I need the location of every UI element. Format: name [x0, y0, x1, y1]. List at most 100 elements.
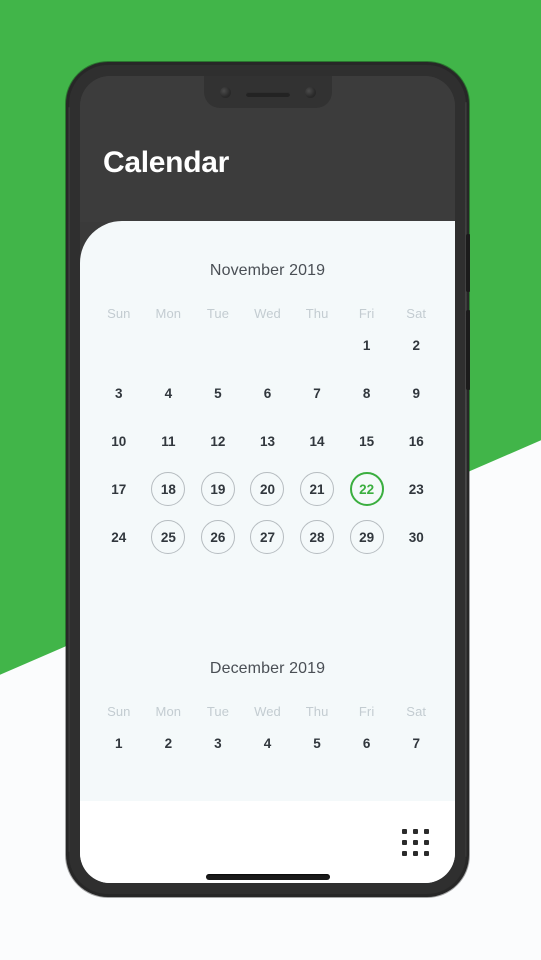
calendar-cell: 28: [292, 513, 342, 561]
calendar-grid: 1 2 3 4 5 6 7 8 9 10 11 12 13 14 15 16 17 18 19 20 21 22 23 24 2…: [94, 321, 441, 561]
calendar-day[interactable]: 8: [350, 376, 384, 410]
calendar-day[interactable]: 26: [200, 520, 235, 554]
calendar-day[interactable]: 17: [102, 472, 136, 506]
calendar-day[interactable]: 14: [300, 424, 334, 458]
calendar-day[interactable]: 5: [201, 376, 235, 410]
grid-dot: [413, 828, 418, 834]
month-title: December 2019: [209, 660, 326, 677]
apps-grid-icon[interactable]: [402, 828, 429, 856]
calendar-day-empty: [300, 328, 334, 362]
calendar-cell: 14: [292, 417, 342, 465]
calendar-cell: 21: [292, 465, 342, 513]
weekday-label-tue: Tue: [206, 306, 230, 321]
calendar-day[interactable]: 11: [151, 424, 185, 458]
calendar-day[interactable]: 3: [201, 726, 235, 760]
calendar-day[interactable]: 29: [349, 520, 384, 554]
calendar-cell: 13: [243, 417, 293, 465]
calendar-sheet: November 2019 Sun Mon Tue Wed Thu Fri Sat 1 2 3 4 5 6…: [80, 221, 455, 883]
grid-dot: [402, 850, 407, 856]
volume-button[interactable]: [466, 310, 470, 390]
month-block: November 2019 Sun Mon Tue Wed Thu Fri Sat 1 2 3 4 5 6…: [80, 221, 455, 561]
phone-device: Calendar November 2019 Sun Mon Tue Wed Thu Fri…: [66, 62, 470, 897]
weekday-label-mon: Mon: [155, 704, 182, 719]
calendar-day[interactable]: 2: [151, 726, 185, 760]
calendar-day[interactable]: 16: [399, 424, 433, 458]
calendar-cell: 2: [144, 719, 194, 767]
calendar-cell: 25: [144, 513, 194, 561]
grid-dot: [413, 839, 418, 845]
camera-dot-left-icon: [219, 87, 231, 98]
phone-right-edge-highlight: [465, 102, 467, 857]
weekday-label-fri: Fri: [358, 704, 375, 719]
calendar-cell: 7: [292, 369, 342, 417]
weekday-label-thu: Thu: [305, 306, 329, 321]
weekday-label-thu: Thu: [305, 704, 329, 719]
month-block: December 2019 Sun Mon Tue Wed Thu Fri Sat 1 2 3 4 5 6…: [80, 619, 455, 767]
screenshot-stage: Calendar November 2019 Sun Mon Tue Wed Thu Fri…: [0, 0, 541, 960]
calendar-months-list: November 2019 Sun Mon Tue Wed Thu Fri Sat 1 2 3 4 5 6…: [80, 221, 455, 767]
grid-dot: [424, 839, 429, 845]
calendar-cell: 20: [243, 465, 293, 513]
calendar-cell: 4: [144, 369, 194, 417]
calendar-grid: 1234567: [94, 719, 441, 767]
calendar-cell: 26: [193, 513, 243, 561]
calendar-cell: 1: [94, 719, 144, 767]
calendar-cell: 29: [342, 513, 392, 561]
calendar-day[interactable]: 10: [102, 424, 136, 458]
calendar-day[interactable]: 6: [350, 726, 384, 760]
calendar-day[interactable]: 21: [300, 472, 335, 506]
calendar-day[interactable]: 18: [151, 472, 186, 506]
power-button[interactable]: [466, 234, 470, 292]
calendar-day[interactable]: 5: [300, 726, 334, 760]
phone-left-edge-highlight: [68, 107, 70, 852]
camera-dot-right-icon: [304, 87, 316, 98]
calendar-day[interactable]: 9: [399, 376, 433, 410]
earpiece-speaker-icon: [245, 92, 290, 97]
calendar-day[interactable]: 3: [102, 376, 136, 410]
calendar-cell: 5: [292, 719, 342, 767]
calendar-cell: 3: [94, 369, 144, 417]
calendar-day[interactable]: 7: [300, 376, 334, 410]
calendar-day[interactable]: 27: [250, 520, 285, 554]
phone-screen: Calendar November 2019 Sun Mon Tue Wed Thu Fri…: [80, 76, 455, 883]
calendar-cell: 7: [391, 719, 441, 767]
weekday-label-tue: Tue: [206, 704, 230, 719]
calendar-cell: 8: [342, 369, 392, 417]
calendar-cell: 6: [342, 719, 392, 767]
calendar-day[interactable]: 30: [399, 520, 433, 554]
calendar-day[interactable]: 2: [399, 328, 433, 362]
calendar-cell: [292, 321, 342, 369]
calendar-cell: [94, 321, 144, 369]
calendar-day[interactable]: 28: [300, 520, 335, 554]
phone-notch: [203, 76, 332, 108]
month-separator: [80, 561, 455, 619]
calendar-day[interactable]: 7: [399, 726, 433, 760]
calendar-cell: 30: [391, 513, 441, 561]
calendar-day[interactable]: 1: [350, 328, 384, 362]
weekday-label-sat: Sat: [406, 704, 427, 719]
calendar-day[interactable]: 20: [250, 472, 285, 506]
calendar-day[interactable]: 23: [399, 472, 433, 506]
calendar-day[interactable]: 1: [102, 726, 136, 760]
calendar-cell: 19: [193, 465, 243, 513]
calendar-day[interactable]: 19: [200, 472, 235, 506]
calendar-day[interactable]: 25: [151, 520, 186, 554]
calendar-cell: 11: [144, 417, 194, 465]
calendar-cell: [243, 321, 293, 369]
calendar-day-selected[interactable]: 22: [349, 472, 384, 506]
calendar-cell: 4: [243, 719, 293, 767]
calendar-day[interactable]: 15: [350, 424, 384, 458]
calendar-cell: [144, 321, 194, 369]
calendar-cell: 10: [94, 417, 144, 465]
calendar-cell: 12: [193, 417, 243, 465]
calendar-cell: 15: [342, 417, 392, 465]
calendar-day[interactable]: 4: [151, 376, 185, 410]
calendar-cell: 16: [391, 417, 441, 465]
calendar-day[interactable]: 24: [102, 520, 136, 554]
calendar-day[interactable]: 12: [201, 424, 235, 458]
weekday-label-sat: Sat: [406, 306, 427, 321]
calendar-day[interactable]: 13: [250, 424, 284, 458]
calendar-day-empty: [151, 328, 185, 362]
calendar-day[interactable]: 4: [250, 726, 284, 760]
calendar-day[interactable]: 6: [250, 376, 284, 410]
